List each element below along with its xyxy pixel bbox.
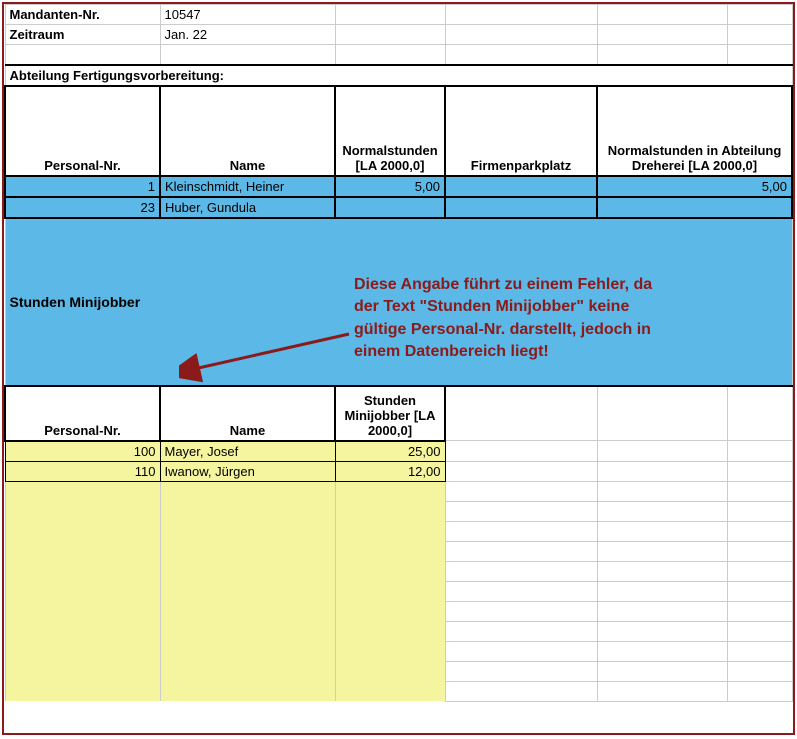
header-personal-nr[interactable]: Personal-Nr. <box>5 86 160 176</box>
table-row: 100 Mayer, Josef 25,00 <box>5 441 792 462</box>
annotation-text: Diese Angabe führt zu einem Fehler, da d… <box>354 274 654 364</box>
cell-name[interactable]: Kleinschmidt, Heiner <box>160 176 335 197</box>
table-row: 110 Iwanow, Jürgen 12,00 <box>5 461 792 481</box>
empty-row <box>5 45 792 65</box>
cell-name[interactable]: Huber, Gundula <box>160 197 335 218</box>
cell-stunden[interactable]: 12,00 <box>335 461 445 481</box>
cell-name[interactable]: Mayer, Josef <box>160 441 335 462</box>
header-dreherei[interactable]: Normalstunden in Abteilung Dreherei [LA … <box>597 86 792 176</box>
section2-header-row: Personal-Nr. Name Stunden Minijobber [LA… <box>5 386 792 441</box>
header2-name[interactable]: Name <box>160 386 335 441</box>
yellow-fill-row <box>5 541 792 561</box>
cell-nr[interactable]: 1 <box>5 176 160 197</box>
header-normalstunden[interactable]: Normalstunden [LA 2000,0] <box>335 86 445 176</box>
header2-personal-nr[interactable]: Personal-Nr. <box>5 386 160 441</box>
header2-stunden[interactable]: Stunden Minijobber [LA 2000,0] <box>335 386 445 441</box>
cell-normalstunden[interactable]: 5,00 <box>335 176 445 197</box>
zeitraum-label[interactable]: Zeitraum <box>5 25 160 45</box>
cell-parkplatz[interactable] <box>445 197 597 218</box>
zeitraum-value[interactable]: Jan. 22 <box>160 25 335 45</box>
arrow-icon <box>179 324 359 384</box>
yellow-fill-row <box>5 641 792 661</box>
cell-nr[interactable]: 110 <box>5 461 160 481</box>
section1-title-row: Abteilung Fertigungsvorbereitung: <box>5 65 792 86</box>
mandant-row: Mandanten-Nr. 10547 <box>5 5 792 25</box>
yellow-fill-row <box>5 601 792 621</box>
table-row: 23 Huber, Gundula <box>5 197 792 218</box>
zeitraum-row: Zeitraum Jan. 22 <box>5 25 792 45</box>
cell-dreherei[interactable]: 5,00 <box>597 176 792 197</box>
cell-nr[interactable]: 100 <box>5 441 160 462</box>
cell-stunden[interactable]: 25,00 <box>335 441 445 462</box>
yellow-fill-row <box>5 621 792 641</box>
yellow-fill-row <box>5 661 792 681</box>
yellow-fill-row <box>5 581 792 601</box>
cell-normalstunden[interactable] <box>335 197 445 218</box>
table-row: 1 Kleinschmidt, Heiner 5,00 5,00 <box>5 176 792 197</box>
mandant-label[interactable]: Mandanten-Nr. <box>5 5 160 25</box>
section1-header-row: Personal-Nr. Name Normalstunden [LA 2000… <box>5 86 792 176</box>
mandant-value[interactable]: 10547 <box>160 5 335 25</box>
cell-name[interactable]: Iwanow, Jürgen <box>160 461 335 481</box>
yellow-fill-row <box>5 521 792 541</box>
cell-dreherei[interactable] <box>597 197 792 218</box>
header-firmenparkplatz[interactable]: Firmenparkplatz <box>445 86 597 176</box>
header-name[interactable]: Name <box>160 86 335 176</box>
cell-nr[interactable]: 23 <box>5 197 160 218</box>
minijobber-label[interactable]: Stunden Minijobber <box>10 294 141 310</box>
section1-title[interactable]: Abteilung Fertigungsvorbereitung: <box>5 65 792 86</box>
yellow-fill-row <box>5 501 792 521</box>
yellow-fill-row <box>5 681 792 701</box>
yellow-fill-row <box>5 561 792 581</box>
spreadsheet-container: Mandanten-Nr. 10547 Zeitraum Jan. 22 Abt… <box>2 2 795 735</box>
yellow-fill-row <box>5 481 792 501</box>
cell-parkplatz[interactable] <box>445 176 597 197</box>
